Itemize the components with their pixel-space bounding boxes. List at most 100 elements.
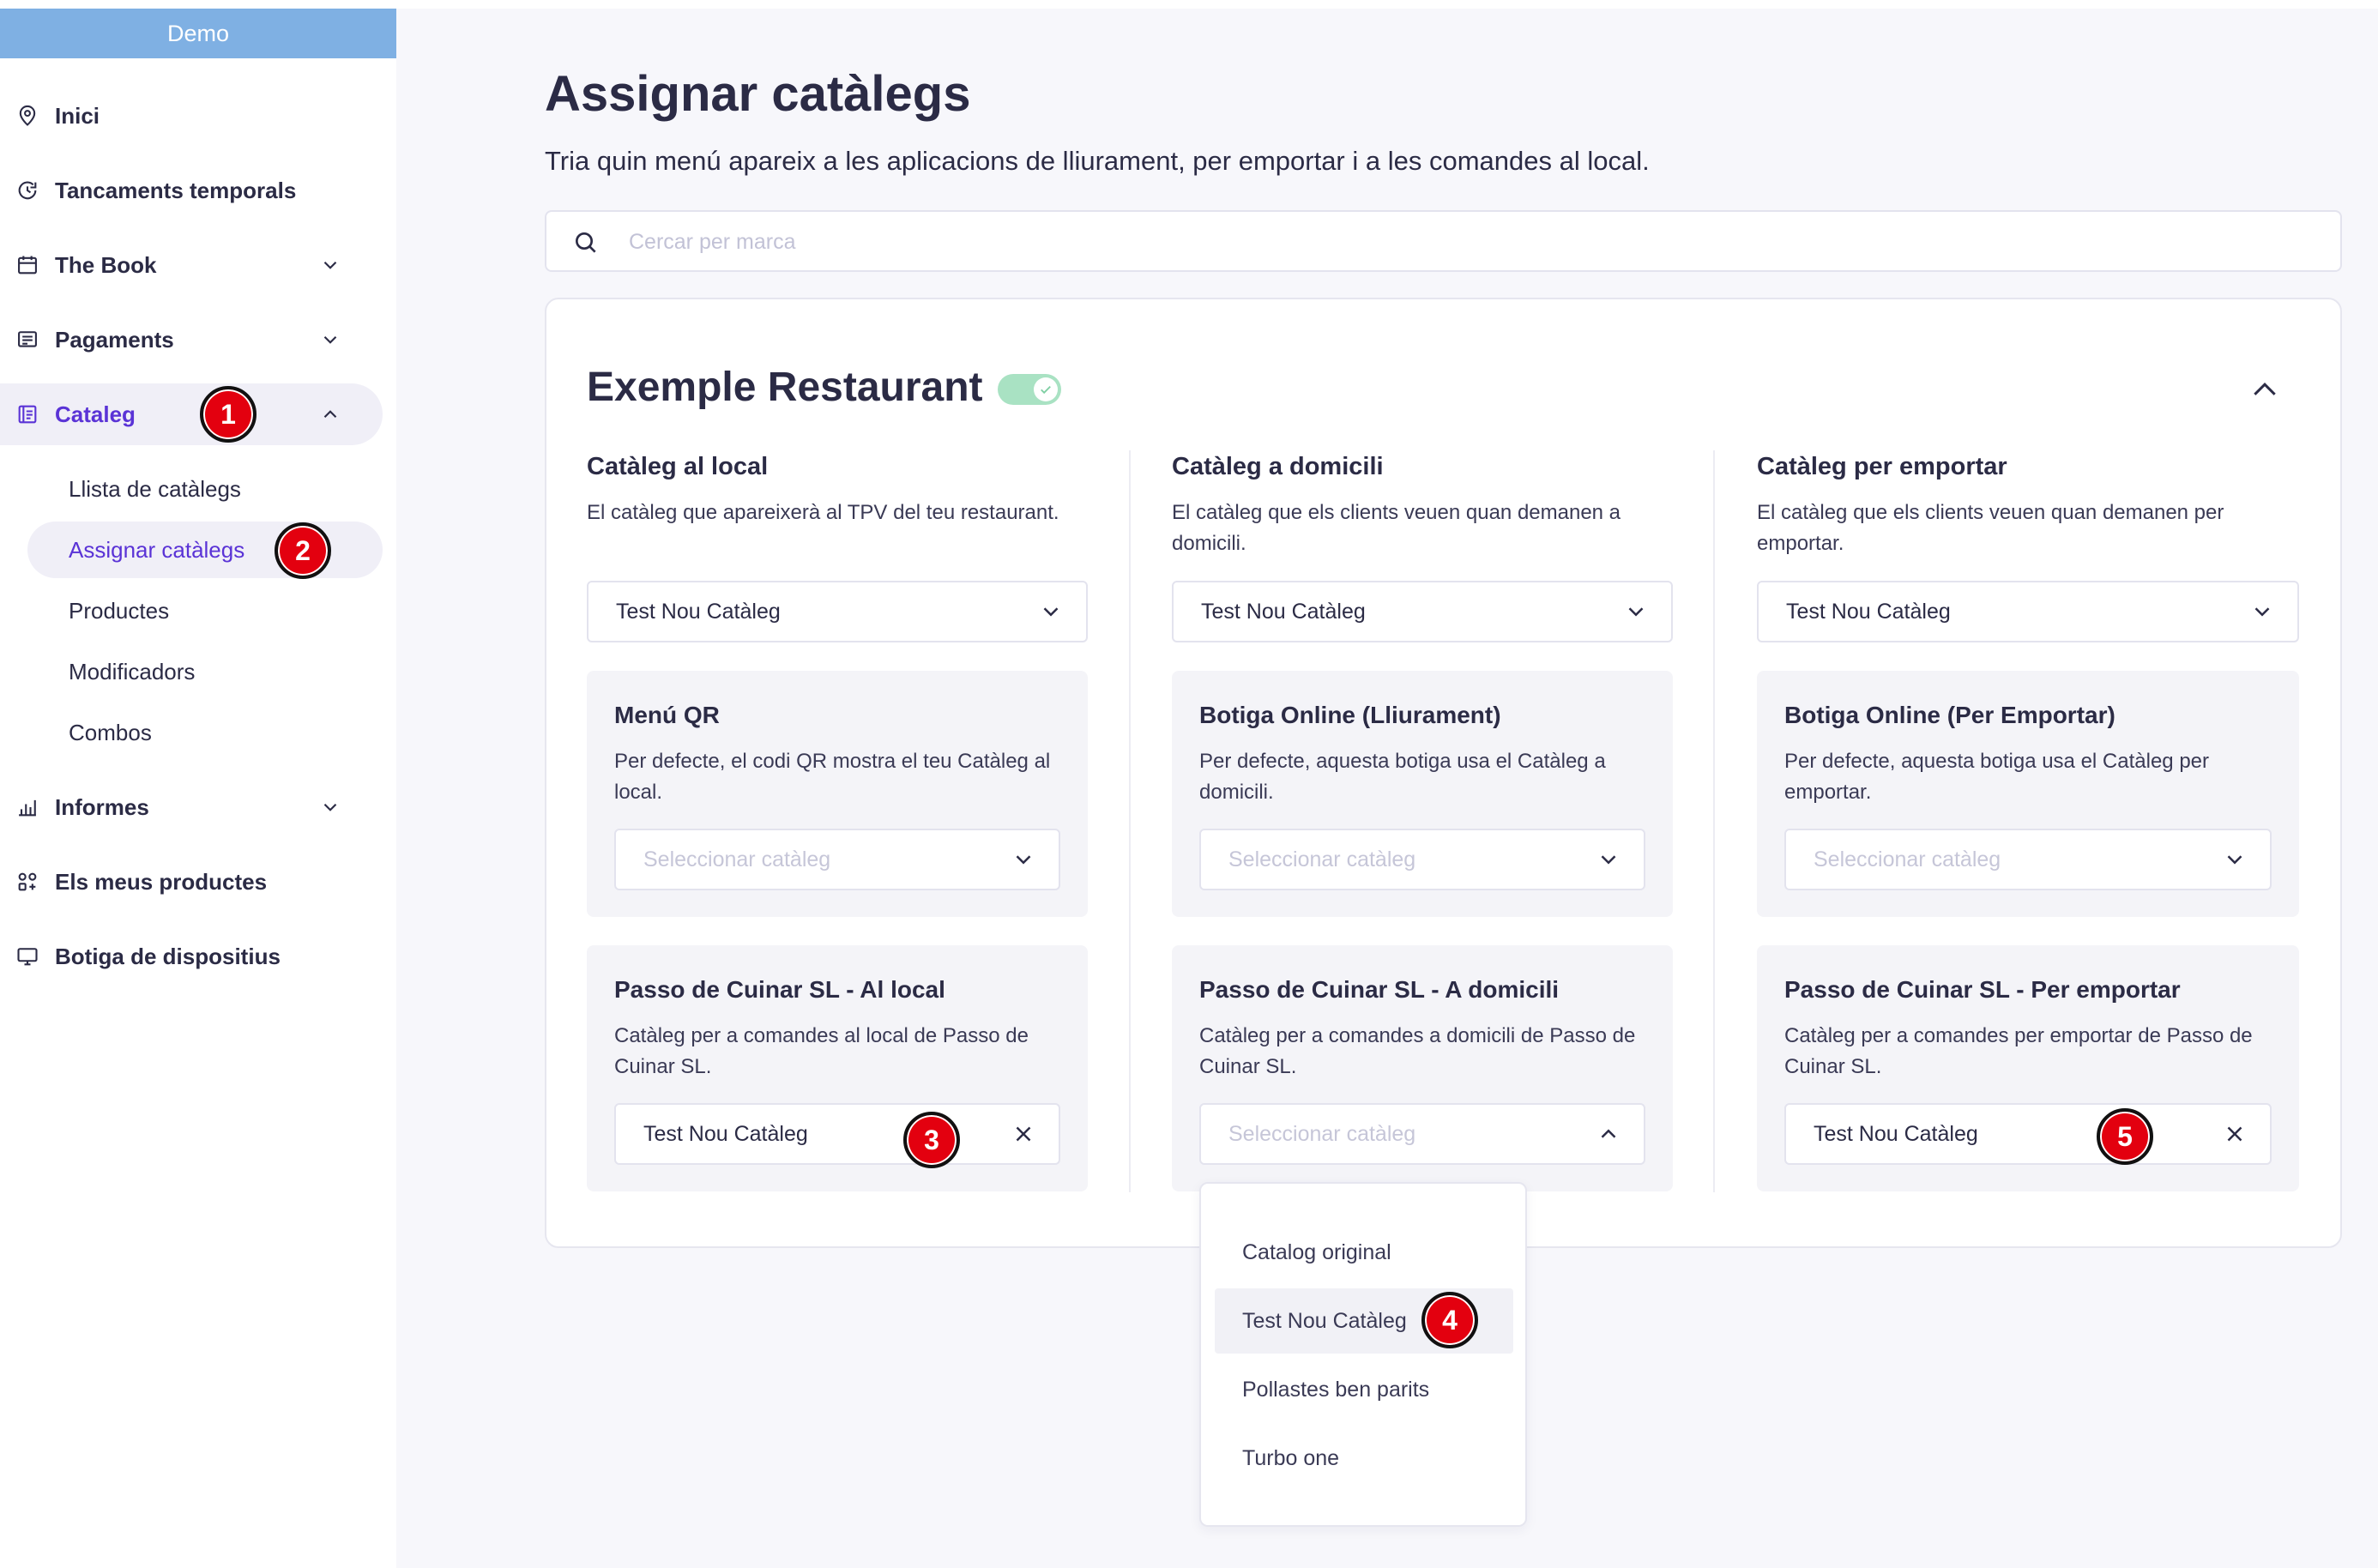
select-placeholder: Seleccionar catàleg <box>1228 1121 1416 1146</box>
chevron-up-icon <box>2254 383 2276 395</box>
cataleg-a-domicili-select[interactable]: Test Nou Catàleg <box>1172 581 1673 642</box>
search-bar <box>545 210 2342 272</box>
select-placeholder: Seleccionar catàleg <box>1228 847 1416 871</box>
sidebar-item-els-meus-productes[interactable]: Els meus productes <box>0 851 383 913</box>
sidebar-subitem-llista-catalegs[interactable]: Llista de catàlegs <box>27 461 383 517</box>
menu-qr-select[interactable]: Seleccionar catàleg <box>614 829 1060 890</box>
annotation-marker-5: 5 <box>2097 1108 2153 1165</box>
restaurant-enabled-toggle[interactable] <box>998 374 1061 405</box>
annotation-marker-1: 1 <box>200 386 257 443</box>
chevron-up-icon <box>323 410 337 419</box>
panel-title: Passo de Cuinar SL - Al local <box>614 976 945 1003</box>
sidebar-item-cataleg[interactable]: Cataleg <box>0 383 383 445</box>
column-title-a-domicili: Catàleg a domicili <box>1172 453 1384 480</box>
panel-title: Menú QR <box>614 702 720 728</box>
panel-description: Per defecte, aquesta botiga usa el Catàl… <box>1784 750 2209 804</box>
select-value: Test Nou Catàleg <box>1201 599 1366 624</box>
panel-description: Per defecte, aquesta botiga usa el Catàl… <box>1199 750 1606 804</box>
cataleg-al-local-select[interactable]: Test Nou Catàleg <box>587 581 1088 642</box>
monitor-icon <box>15 944 39 968</box>
sidebar: Demo Inici Tancaments temporals The Book… <box>0 0 396 1568</box>
sidebar-item-label: Pagaments <box>55 326 174 353</box>
chevron-down-icon <box>1043 607 1059 617</box>
botiga-online-emportar-select[interactable]: Seleccionar catàleg <box>1784 829 2272 890</box>
column-divider <box>1129 450 1131 1192</box>
grid-shapes-icon <box>15 870 39 894</box>
page-title: Assignar catàlegs <box>545 66 971 122</box>
restaurant-name: Exemple Restaurant <box>587 365 983 410</box>
sidebar-item-the-book[interactable]: The Book <box>0 234 383 296</box>
sidebar-item-label: Tancaments temporals <box>55 177 297 203</box>
select-value: Test Nou Catàleg <box>616 599 781 624</box>
workspace-banner[interactable]: Demo <box>0 9 396 58</box>
column-description: El catàleg que els clients veuen quan de… <box>1757 501 2224 555</box>
chevron-down-icon <box>323 803 337 811</box>
botiga-online-lliurament-select[interactable]: Seleccionar catàleg <box>1199 829 1645 890</box>
column-description: El catàleg que apareixerà al TPV del teu… <box>587 501 1059 524</box>
calendar-icon <box>15 253 39 277</box>
passo-al-local-select[interactable]: Test Nou Catàleg <box>614 1103 1060 1165</box>
sidebar-item-inici[interactable]: Inici <box>0 85 383 147</box>
search-icon <box>576 232 596 253</box>
chevron-down-icon <box>323 335 337 344</box>
chevron-down-icon <box>1601 855 1616 865</box>
panel-title: Botiga Online (Lliurament) <box>1199 702 1501 728</box>
catalog-icon <box>15 402 39 426</box>
sidebar-item-label: Botiga de dispositius <box>55 943 281 969</box>
bar-chart-icon <box>15 795 39 819</box>
panel-title: Passo de Cuinar SL - Per emportar <box>1784 976 2181 1003</box>
column-description: El catàleg que els clients veuen quan de… <box>1172 501 1621 555</box>
catalog-dropdown-menu: Catalog original Test Nou Catàleg Pollas… <box>1199 1182 1527 1527</box>
column-divider <box>1713 450 1715 1192</box>
sidebar-item-botiga-dispositius[interactable]: Botiga de dispositius <box>0 926 383 987</box>
search-input[interactable] <box>629 224 2259 260</box>
sidebar-item-informes[interactable]: Informes <box>0 776 383 838</box>
panel-description: Per defecte, el codi QR mostra el teu Ca… <box>614 750 1051 804</box>
column-title-al-local: Catàleg al local <box>587 453 769 480</box>
select-value: Test Nou Catàleg <box>643 1121 808 1146</box>
panel-description: Catàleg per a comandes per emportar de P… <box>1784 1024 2253 1078</box>
clock-refresh-icon <box>15 178 39 202</box>
annotation-marker-3: 3 <box>903 1112 960 1168</box>
dropdown-option[interactable]: Turbo one <box>1215 1426 1513 1491</box>
sidebar-subitem-productes[interactable]: Productes <box>27 582 383 639</box>
annotation-marker-4: 4 <box>1421 1292 1478 1348</box>
sidebar-item-label: Els meus productes <box>55 868 268 895</box>
sidebar-item-tancaments[interactable]: Tancaments temporals <box>0 160 383 221</box>
sidebar-subitem-modificadors[interactable]: Modificadors <box>27 643 383 700</box>
chevron-down-icon <box>2254 607 2270 617</box>
chevron-down-icon <box>1628 607 1644 617</box>
clear-icon[interactable] <box>1011 1121 1036 1147</box>
panel-description: Catàleg per a comandes al local de Passo… <box>614 1024 1029 1078</box>
page-subtitle: Tria quin menú apareix a les aplicacions… <box>545 146 1650 176</box>
select-value: Test Nou Catàleg <box>1814 1121 1978 1146</box>
select-placeholder: Seleccionar catàleg <box>1814 847 2001 871</box>
receipt-icon <box>15 328 39 352</box>
chevron-down-icon <box>1016 855 1031 865</box>
dropdown-option[interactable]: Catalog original <box>1215 1220 1513 1285</box>
chevron-up-icon <box>1601 1129 1616 1138</box>
panel-title: Passo de Cuinar SL - A domicili <box>1199 976 1560 1003</box>
sidebar-item-label: The Book <box>55 251 157 278</box>
location-pin-icon <box>15 104 39 128</box>
select-placeholder: Seleccionar catàleg <box>643 847 831 871</box>
panel-description: Catàleg per a comandes a domicili de Pas… <box>1199 1024 1636 1078</box>
passo-a-domicili-select[interactable]: Seleccionar catàleg <box>1199 1103 1645 1165</box>
collapse-card-button[interactable] <box>2246 371 2284 408</box>
sidebar-item-label: Informes <box>55 793 149 820</box>
dropdown-option[interactable]: Pollastes ben parits <box>1215 1357 1513 1422</box>
sidebar-item-pagaments[interactable]: Pagaments <box>0 309 383 371</box>
panel-title: Botiga Online (Per Emportar) <box>1784 702 2115 728</box>
select-value: Test Nou Catàleg <box>1786 599 1951 624</box>
sidebar-item-label: Cataleg <box>55 401 136 427</box>
chevron-down-icon <box>323 261 337 269</box>
sidebar-subitem-combos[interactable]: Combos <box>27 704 383 761</box>
cataleg-per-emportar-select[interactable]: Test Nou Catàleg <box>1757 581 2299 642</box>
check-icon <box>1034 377 1058 401</box>
column-title-per-emportar: Catàleg per emportar <box>1757 453 2007 480</box>
clear-icon[interactable] <box>2222 1121 2248 1147</box>
chevron-down-icon <box>2227 855 2242 865</box>
passo-per-emportar-select[interactable]: Test Nou Catàleg <box>1784 1103 2272 1165</box>
annotation-marker-2: 2 <box>275 522 331 579</box>
sidebar-item-label: Inici <box>55 102 100 129</box>
